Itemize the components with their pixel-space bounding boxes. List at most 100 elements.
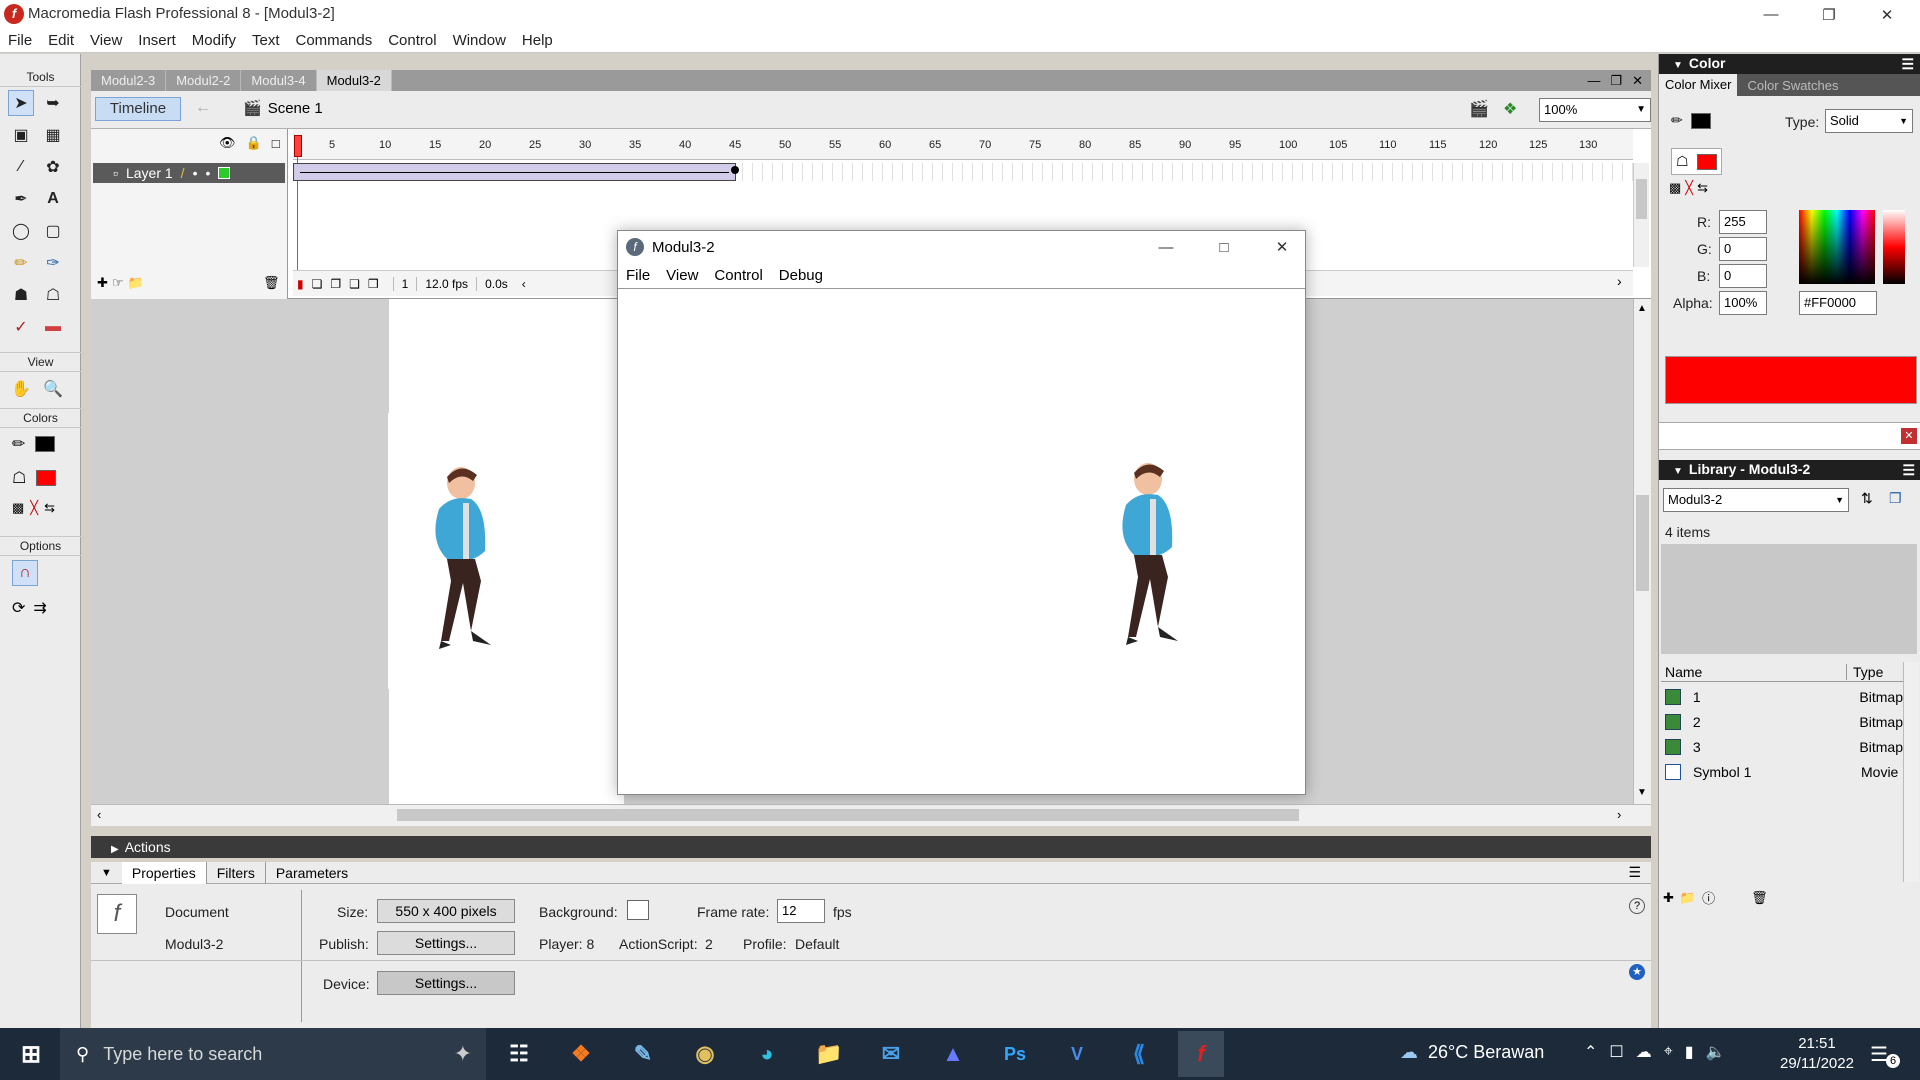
outline-icon[interactable]: □ — [272, 136, 280, 151]
menu-edit[interactable]: Edit — [40, 29, 82, 53]
pen-tool-icon[interactable]: ✒ — [8, 186, 34, 212]
fill-transform-tool-icon[interactable]: ▦ — [40, 122, 66, 148]
add-guide-icon[interactable]: ☞ — [112, 275, 124, 291]
stage-vscroll[interactable]: ▲ ▼ — [1633, 299, 1651, 804]
lasso-tool-icon[interactable]: ✿ — [40, 154, 66, 180]
back-arrow-icon[interactable]: ← — [195, 99, 211, 117]
text-tool-icon[interactable]: A — [40, 186, 66, 212]
b-input[interactable]: 0 — [1719, 264, 1767, 288]
start-button[interactable]: ⊞ — [8, 1031, 54, 1077]
free-transform-tool-icon[interactable]: ▣ — [8, 122, 34, 148]
menu-modify[interactable]: Modify — [184, 29, 244, 53]
stage-hscroll[interactable]: ‹ › — [91, 804, 1651, 826]
hand-tool-icon[interactable]: ✋ — [8, 376, 34, 402]
device-icon[interactable]: ☐ — [1609, 1042, 1623, 1062]
player-menu-control[interactable]: Control — [706, 267, 770, 284]
brush-tool-icon[interactable]: ✑ — [40, 250, 66, 276]
menu-insert[interactable]: Insert — [130, 29, 184, 53]
ink-bottle-tool-icon[interactable]: ☗ — [8, 282, 34, 308]
collapse-arrow-icon[interactable]: ▼ — [91, 867, 122, 879]
notification-center-icon[interactable]: ☰ — [1870, 1042, 1888, 1067]
tab-filters[interactable]: Filters — [207, 861, 266, 884]
scroll-left-icon[interactable]: ‹ — [522, 277, 526, 291]
paint-icon[interactable]: ◉ — [682, 1031, 728, 1077]
doc-close-icon[interactable]: ✕ — [1632, 73, 1643, 89]
accessibility-icon[interactable]: ★ — [1629, 964, 1645, 980]
menu-commands[interactable]: Commands — [288, 29, 381, 53]
background-color-swatch[interactable] — [627, 900, 649, 920]
no-color-icon[interactable]: ╳ — [1685, 180, 1693, 196]
onedrive-icon[interactable]: ☁ — [1636, 1042, 1652, 1062]
swap-colors-icon[interactable]: ⇆ — [44, 500, 55, 516]
edit-symbol-icon[interactable]: ❖ — [1503, 99, 1517, 119]
flash-taskbar-icon[interactable]: f — [1178, 1031, 1224, 1077]
new-folder-icon[interactable]: 📁 — [1680, 890, 1696, 906]
list-item[interactable]: 1 Bitmap — [1661, 684, 1903, 709]
column-type[interactable]: Type — [1847, 664, 1883, 680]
tab-color-mixer[interactable]: Color Mixer — [1659, 74, 1738, 96]
mixer-stroke-swatch[interactable] — [1690, 112, 1711, 129]
fill-color-swatch[interactable] — [36, 470, 57, 486]
hex-input[interactable]: #FF0000 — [1799, 291, 1877, 315]
tab-modul2-3[interactable]: Modul2-3 — [91, 70, 167, 91]
character-sprite[interactable] — [411, 461, 511, 681]
player-menu-file[interactable]: File — [618, 267, 658, 284]
tab-color-swatches[interactable]: Color Swatches — [1737, 78, 1848, 93]
mail-icon[interactable]: ✉ — [868, 1031, 914, 1077]
onion-skin-icon[interactable]: ❏ — [312, 277, 323, 291]
subselect-tool-icon[interactable]: ➥ — [40, 90, 66, 116]
straighten-icon[interactable]: ⇉ — [33, 598, 46, 618]
menu-control[interactable]: Control — [380, 29, 444, 53]
center-frame-icon[interactable]: ▮ — [297, 277, 304, 291]
list-item[interactable]: 3 Bitmap — [1661, 734, 1903, 759]
chevron-up-icon[interactable]: ⌃ — [1584, 1042, 1597, 1062]
layer-row[interactable]: ▫ Layer 1 / • • — [93, 163, 285, 183]
timeline-vscroll[interactable] — [1633, 163, 1649, 267]
publish-settings-button[interactable]: Settings... — [377, 931, 515, 955]
doc-minimize-icon[interactable]: — — [1587, 73, 1600, 89]
actions-panel-header[interactable]: ▶ Actions — [91, 836, 1651, 858]
pin-library-icon[interactable]: ❐ — [1889, 490, 1902, 507]
notepad-icon[interactable]: ✎ — [620, 1031, 666, 1077]
modify-markers-icon[interactable]: ❒ — [368, 277, 379, 291]
size-button[interactable]: 550 x 400 pixels — [377, 899, 515, 923]
tab-properties[interactable]: Properties — [121, 861, 207, 884]
color-panel-header[interactable]: ▼ Color ☰ — [1659, 54, 1920, 74]
line-tool-icon[interactable]: ∕ — [8, 154, 34, 180]
black-white-icon[interactable]: ▩ — [12, 500, 24, 516]
doc-restore-icon[interactable]: ❐ — [1610, 73, 1622, 89]
file-explorer-icon[interactable]: 📁 — [806, 1031, 852, 1077]
library-select[interactable]: Modul3-2 ▼ — [1663, 488, 1849, 512]
player-minimize-button[interactable]: — — [1143, 231, 1189, 263]
color-spectrum[interactable] — [1799, 210, 1875, 284]
timeline-button[interactable]: Timeline — [95, 97, 181, 121]
insert-folder-icon[interactable]: 📁 — [128, 275, 144, 291]
restore-button[interactable]: ❐ — [1806, 0, 1852, 29]
edit-scene-icon[interactable]: 🎬 — [1469, 99, 1489, 119]
menu-text[interactable]: Text — [244, 29, 288, 53]
smooth-icon[interactable]: ⟳ — [12, 598, 25, 618]
menu-file[interactable]: File — [0, 29, 40, 53]
no-color-icon[interactable]: ╳ — [30, 500, 38, 516]
task-view-icon[interactable]: ☷ — [496, 1031, 542, 1077]
zoom-tool-icon[interactable]: 🔍 — [40, 376, 66, 402]
panel-options-icon[interactable]: ☰ — [1628, 864, 1651, 881]
stroke-color-swatch[interactable] — [35, 436, 56, 452]
properties-icon[interactable]: ⓘ — [1702, 888, 1715, 907]
rectangle-tool-icon[interactable]: ▢ — [40, 218, 66, 244]
close-button[interactable]: ✕ — [1864, 0, 1910, 29]
frame-rate-input[interactable]: 12 — [777, 899, 825, 923]
arrow-tool-icon[interactable]: ➤ — [8, 90, 34, 116]
list-item[interactable]: Symbol 1 Movie — [1661, 759, 1903, 784]
eye-icon[interactable]: 👁 — [219, 135, 236, 151]
device-settings-button[interactable]: Settings... — [377, 971, 515, 995]
app-icon[interactable]: ▲ — [930, 1031, 976, 1077]
panel-options-icon[interactable]: ☰ — [1902, 460, 1915, 480]
xampp-icon[interactable]: ❖ — [558, 1031, 604, 1077]
panel-options-icon[interactable]: ☰ — [1901, 54, 1914, 74]
search-box[interactable]: ⚲ Type here to search ✦ — [60, 1028, 486, 1080]
delete-layer-icon[interactable]: 🗑 — [263, 275, 280, 291]
insert-layer-icon[interactable]: ✚ — [97, 275, 108, 291]
eyedropper-tool-icon[interactable]: ✓ — [8, 314, 34, 340]
close-panel-icon[interactable]: ✕ — [1901, 428, 1917, 444]
